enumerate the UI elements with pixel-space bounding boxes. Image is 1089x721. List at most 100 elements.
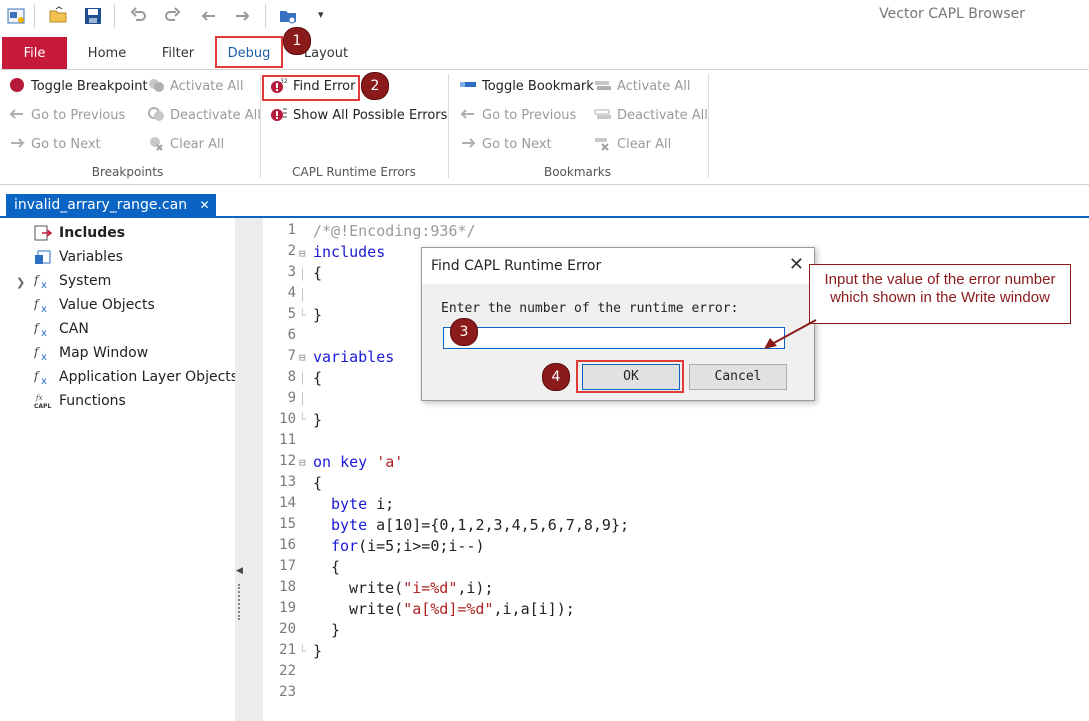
- clear-all-breakpoints-button[interactable]: Clear All: [147, 134, 224, 156]
- line-number: 12: [279, 453, 296, 469]
- breakpoint-go-next-button[interactable]: Go to Next: [8, 134, 101, 156]
- find-error-highlight: [262, 75, 360, 101]
- line-number: 3: [287, 264, 296, 280]
- bookmark-previous-icon: [460, 109, 474, 119]
- folder-settings-icon[interactable]: [278, 6, 298, 26]
- includes-icon: [34, 225, 52, 241]
- fold-toggle-icon[interactable]: ⊟: [299, 456, 306, 469]
- open-folder-icon[interactable]: [48, 6, 68, 26]
- code-line-3: {: [313, 264, 323, 282]
- code-line-1: /*@!Encoding:936*/: [313, 222, 476, 240]
- fold-toggle-icon[interactable]: ⊟: [299, 247, 306, 260]
- step-badge-1: 1: [283, 27, 311, 55]
- bookmark-go-previous-button[interactable]: Go to Previous: [459, 105, 576, 127]
- customize-toolbar-dropdown[interactable]: ▾: [318, 8, 324, 21]
- bookmark-go-next-button[interactable]: Go to Next: [459, 134, 552, 156]
- capl-functions-icon: fxCAPL: [34, 394, 51, 409]
- code-line-19: write("a[%d]=%d",i,a[i]);: [349, 600, 575, 618]
- line-number: 19: [279, 600, 296, 616]
- collapse-arrow-icon[interactable]: ◀: [236, 566, 243, 576]
- line-number: 16: [279, 537, 296, 553]
- undo-icon[interactable]: [128, 6, 148, 26]
- line-number: 1: [287, 222, 296, 238]
- bookmarks-deactivate-icon: [594, 109, 611, 119]
- clear-all-bookmarks-button[interactable]: Clear All: [594, 134, 671, 156]
- tab-home[interactable]: Home: [77, 37, 137, 69]
- bookmark-icon: [460, 82, 476, 87]
- dialog-close-icon[interactable]: ✕: [789, 254, 804, 275]
- deactivate-all-bookmarks-button[interactable]: Deactivate All: [594, 105, 708, 127]
- tab-filter[interactable]: Filter: [148, 37, 208, 69]
- ok-button-highlight: [576, 360, 684, 393]
- error-number-input[interactable]: [443, 327, 785, 349]
- expand-chevron-icon[interactable]: ❯: [16, 276, 25, 289]
- navigate-back-icon[interactable]: [198, 6, 218, 26]
- code-line-18: write("i=%d",i);: [349, 579, 494, 597]
- code-line-12: on key 'a': [313, 453, 404, 471]
- tree-item-label: Map Window: [59, 345, 149, 361]
- svg-text:CAPL: CAPL: [34, 403, 51, 409]
- svg-text:x: x: [41, 328, 47, 337]
- tab-file[interactable]: File: [2, 37, 67, 69]
- splitter-grip-icon[interactable]: [238, 584, 242, 620]
- breakpoint-go-previous-button[interactable]: Go to Previous: [8, 105, 125, 127]
- line-number: 10: [279, 411, 296, 427]
- callout-text-line-2: which shown in the Write window: [830, 289, 1050, 306]
- code-line-13: {: [313, 474, 323, 492]
- panel-splitter[interactable]: [235, 218, 263, 721]
- tree-item-label: Value Objects: [59, 297, 155, 313]
- line-number: 14: [279, 495, 296, 511]
- svg-text:x: x: [41, 352, 47, 361]
- navigate-forward-icon[interactable]: [233, 6, 253, 26]
- dialog-titlebar: Find CAPL Runtime Error ✕: [422, 248, 814, 284]
- svg-text:f: f: [34, 297, 41, 311]
- line-number: 21: [279, 642, 296, 658]
- code-line-17: {: [331, 558, 341, 576]
- breakpoint-icon: [10, 78, 24, 92]
- line-number: 18: [279, 579, 296, 595]
- activate-all-bookmarks-button[interactable]: Activate All: [594, 76, 691, 98]
- line-number: 17: [279, 558, 296, 574]
- function-x-icon: fx: [34, 273, 47, 289]
- line-number: 2: [287, 243, 296, 259]
- close-tab-icon[interactable]: ✕: [200, 198, 210, 212]
- debug-tab-highlight: [215, 36, 283, 68]
- function-x-icon: fx: [34, 297, 47, 313]
- error-list-icon: [271, 108, 287, 121]
- toggle-breakpoint-button[interactable]: Toggle Breakpoint: [8, 76, 148, 98]
- save-icon[interactable]: [83, 6, 103, 26]
- line-number: 13: [279, 474, 296, 490]
- show-all-possible-errors-button[interactable]: Show All Possible Errors: [270, 105, 447, 127]
- step-badge-4: 4: [542, 363, 570, 391]
- code-line-15: byte a[10]={0,1,2,3,4,5,6,7,8,9};: [331, 516, 630, 534]
- go-next-icon: [11, 138, 25, 148]
- app-logo-icon: [7, 8, 25, 24]
- breakpoints-deactivate-icon: [148, 107, 164, 121]
- line-number: 11: [279, 432, 296, 448]
- line-number: 15: [279, 516, 296, 532]
- code-line-10: }: [313, 411, 323, 429]
- dialog-prompt: Enter the number of the runtime error:: [441, 301, 739, 316]
- toggle-bookmark-button[interactable]: Toggle Bookmark: [459, 76, 594, 98]
- function-x-icon: fx: [34, 369, 47, 385]
- line-number: 4: [287, 285, 296, 301]
- deactivate-all-breakpoints-button[interactable]: Deactivate All: [147, 105, 261, 127]
- tree-item-label: Includes: [59, 225, 126, 241]
- fold-line: │: [299, 372, 306, 385]
- fold-end: └: [299, 309, 306, 322]
- clear-bookmarks-icon: [595, 138, 609, 151]
- code-line-14: byte i;: [331, 495, 395, 513]
- svg-text:f: f: [34, 369, 41, 383]
- fold-toggle-icon[interactable]: ⊟: [299, 351, 306, 364]
- line-number: 7: [287, 348, 296, 364]
- redo-icon[interactable]: [163, 6, 183, 26]
- ribbon: Toggle Breakpoint Activate All Go to Pre…: [0, 70, 1089, 185]
- go-previous-icon: [9, 109, 23, 119]
- svg-text:f: f: [34, 321, 41, 335]
- activate-all-breakpoints-button[interactable]: Activate All: [147, 76, 244, 98]
- callout-text-line-1: Input the value of the error number: [824, 271, 1056, 288]
- cancel-button[interactable]: Cancel: [689, 364, 787, 390]
- fold-end: └: [299, 645, 306, 658]
- document-tab[interactable]: invalid_arrary_range.can ✕: [6, 194, 216, 216]
- code-line-7: variables: [313, 348, 395, 366]
